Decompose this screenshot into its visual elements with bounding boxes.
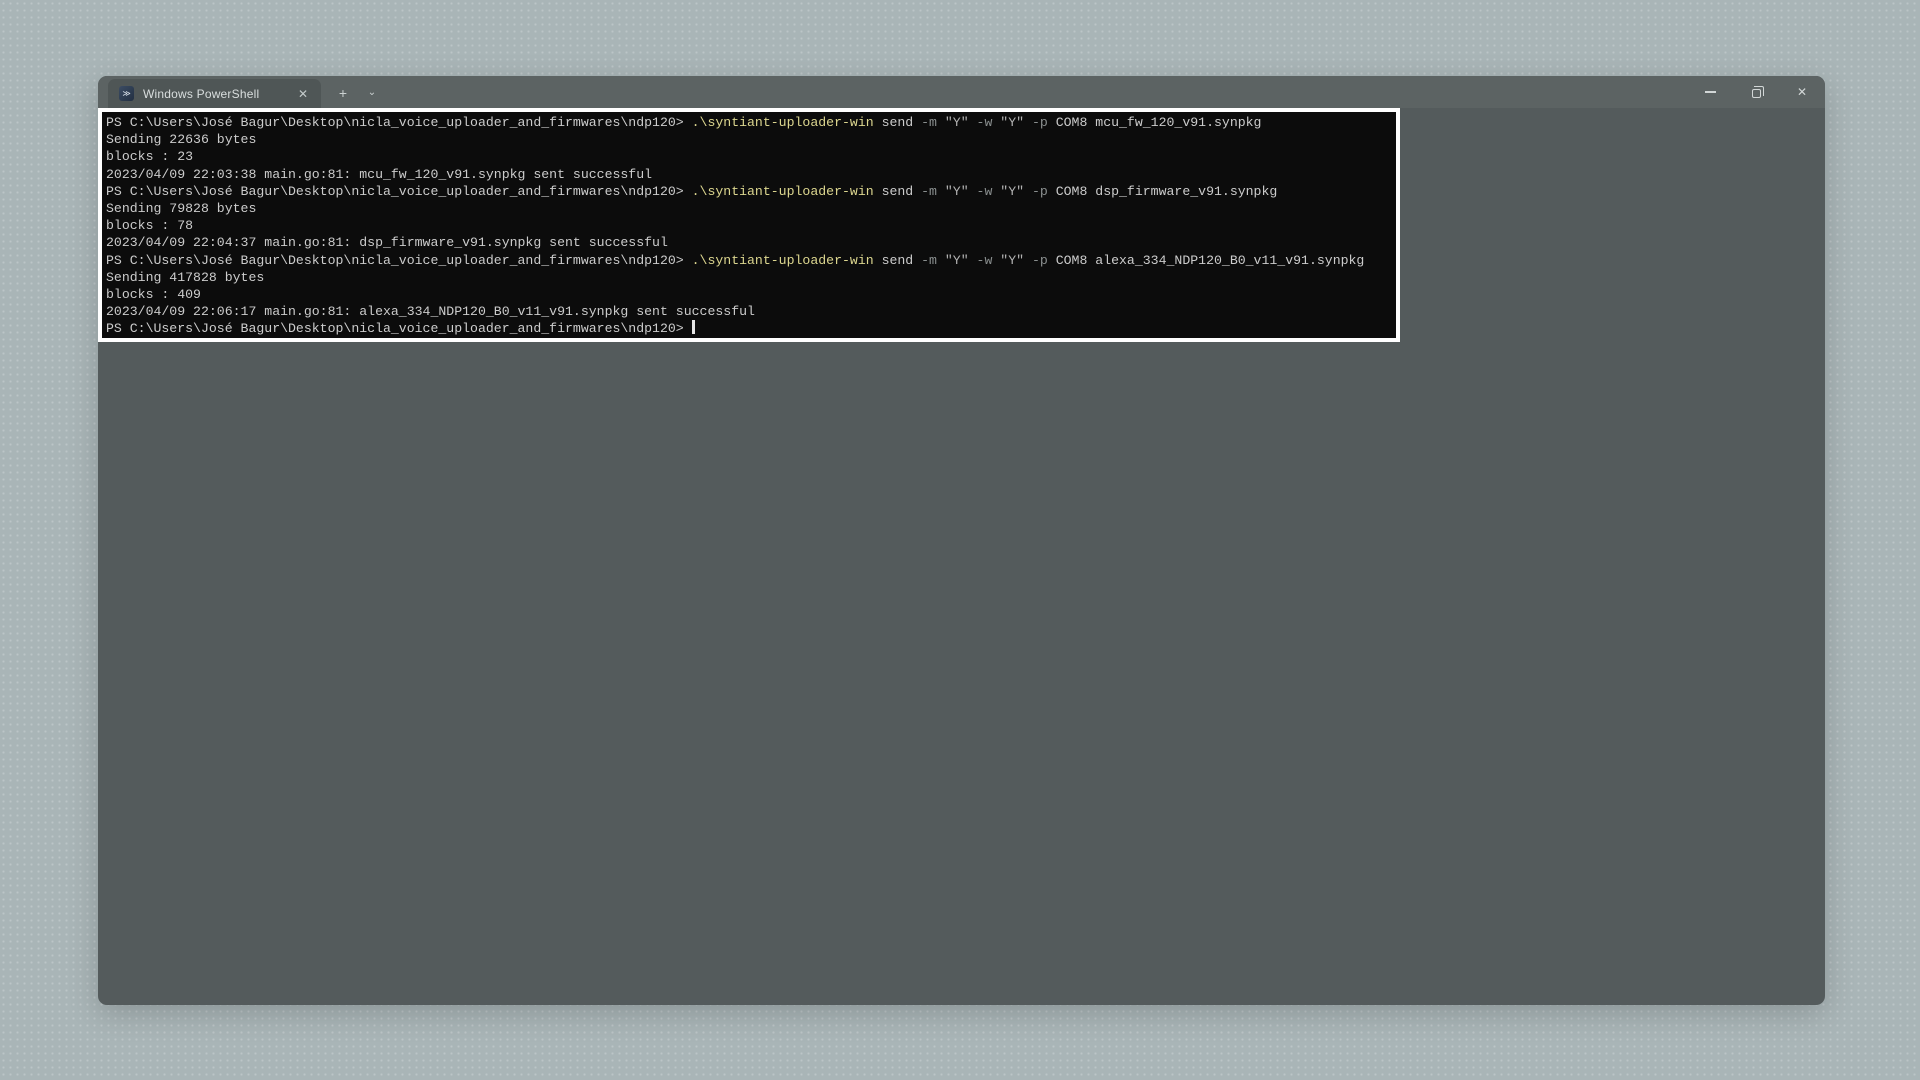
terminal-text-segment: .\syntiant-uploader-win — [692, 253, 874, 268]
terminal-text-segment: blocks : 409 — [106, 287, 201, 302]
terminal-text-segment: Sending 22636 bytes — [106, 132, 256, 147]
terminal-text-segment: PS C:\Users\José Bagur\Desktop\nicla_voi… — [106, 115, 692, 130]
terminal-cursor — [692, 320, 695, 334]
terminal-text-segment: blocks : 23 — [106, 149, 193, 164]
terminal-text-segment: "Y" — [937, 184, 969, 199]
close-button[interactable]: ✕ — [1779, 76, 1825, 108]
terminal-text-segment: -m — [913, 115, 937, 130]
terminal-text-segment: PS C:\Users\José Bagur\Desktop\nicla_voi… — [106, 184, 692, 199]
window-titlebar[interactable]: ≫ Windows PowerShell ✕ + ⌄ ✕ — [98, 76, 1825, 108]
powershell-icon: ≫ — [119, 86, 134, 101]
tab-close-icon[interactable]: ✕ — [294, 85, 312, 103]
minimize-button[interactable] — [1687, 76, 1733, 108]
terminal-text-segment: send — [874, 253, 914, 268]
terminal-text-segment: -m — [913, 184, 937, 199]
terminal-line: 2023/04/09 22:04:37 main.go:81: dsp_firm… — [106, 234, 1392, 251]
minimize-icon — [1705, 91, 1716, 93]
terminal-window: ≫ Windows PowerShell ✕ + ⌄ ✕ PS C:\Users… — [98, 76, 1825, 1005]
terminal-text-segment: blocks : 78 — [106, 218, 193, 233]
terminal-text-segment: Sending 417828 bytes — [106, 270, 264, 285]
terminal-text-segment: "Y" — [992, 184, 1024, 199]
terminal-text-segment: "Y" — [937, 253, 969, 268]
tab-dropdown-button[interactable]: ⌄ — [359, 79, 385, 108]
terminal-line: Sending 417828 bytes — [106, 269, 1392, 286]
titlebar-drag-region[interactable] — [385, 76, 1687, 108]
terminal-line: 2023/04/09 22:03:38 main.go:81: mcu_fw_1… — [106, 166, 1392, 183]
terminal-text-segment: .\syntiant-uploader-win — [692, 184, 874, 199]
terminal-text-segment: "Y" — [937, 115, 969, 130]
terminal-text-segment: send — [874, 184, 914, 199]
terminal-text-segment: -w — [969, 184, 993, 199]
terminal-line: blocks : 409 — [106, 286, 1392, 303]
terminal-highlight-box: PS C:\Users\José Bagur\Desktop\nicla_voi… — [98, 108, 1400, 342]
terminal-line: PS C:\Users\José Bagur\Desktop\nicla_voi… — [106, 114, 1392, 131]
terminal-text-segment: 2023/04/09 22:04:37 main.go:81: dsp_firm… — [106, 235, 668, 250]
terminal-text-segment: .\syntiant-uploader-win — [692, 115, 874, 130]
terminal-line: PS C:\Users\José Bagur\Desktop\nicla_voi… — [106, 252, 1392, 269]
new-tab-button[interactable]: + — [330, 79, 356, 108]
terminal-text-segment: PS C:\Users\José Bagur\Desktop\nicla_voi… — [106, 253, 692, 268]
terminal-line: Sending 79828 bytes — [106, 200, 1392, 217]
terminal-text-segment: PS C:\Users\José Bagur\Desktop\nicla_voi… — [106, 321, 692, 336]
terminal-text-segment: Sending 79828 bytes — [106, 201, 256, 216]
terminal-text-segment: COM8 dsp_firmware_v91.synpkg — [1048, 184, 1278, 199]
terminal-text-segment: 2023/04/09 22:06:17 main.go:81: alexa_33… — [106, 304, 755, 319]
terminal-text-segment: 2023/04/09 22:03:38 main.go:81: mcu_fw_1… — [106, 167, 652, 182]
terminal-text-segment: "Y" — [992, 115, 1024, 130]
terminal-line: 2023/04/09 22:06:17 main.go:81: alexa_33… — [106, 303, 1392, 320]
terminal-line: blocks : 23 — [106, 148, 1392, 165]
terminal-text-segment: COM8 alexa_334_NDP120_B0_v11_v91.synpkg — [1048, 253, 1365, 268]
terminal-text-segment: "Y" — [992, 253, 1024, 268]
terminal-line: PS C:\Users\José Bagur\Desktop\nicla_voi… — [106, 183, 1392, 200]
tab-title: Windows PowerShell — [143, 87, 285, 101]
terminal-output[interactable]: PS C:\Users\José Bagur\Desktop\nicla_voi… — [102, 112, 1396, 339]
terminal-text-segment: -p — [1024, 184, 1048, 199]
terminal-text-segment: -w — [969, 253, 993, 268]
terminal-line: blocks : 78 — [106, 217, 1392, 234]
terminal-line: Sending 22636 bytes — [106, 131, 1392, 148]
terminal-text-segment: -p — [1024, 253, 1048, 268]
close-icon: ✕ — [1797, 85, 1807, 99]
window-controls: ✕ — [1687, 76, 1825, 108]
terminal-line: PS C:\Users\José Bagur\Desktop\nicla_voi… — [106, 320, 1392, 337]
terminal-text-segment: COM8 mcu_fw_120_v91.synpkg — [1048, 115, 1262, 130]
terminal-text-segment: send — [874, 115, 914, 130]
maximize-button[interactable] — [1733, 76, 1779, 108]
terminal-text-segment: -w — [969, 115, 993, 130]
terminal-text-segment: -p — [1024, 115, 1048, 130]
restore-icon — [1752, 89, 1761, 98]
terminal-text-segment: -m — [913, 253, 937, 268]
tab-windows-powershell[interactable]: ≫ Windows PowerShell ✕ — [108, 79, 321, 108]
